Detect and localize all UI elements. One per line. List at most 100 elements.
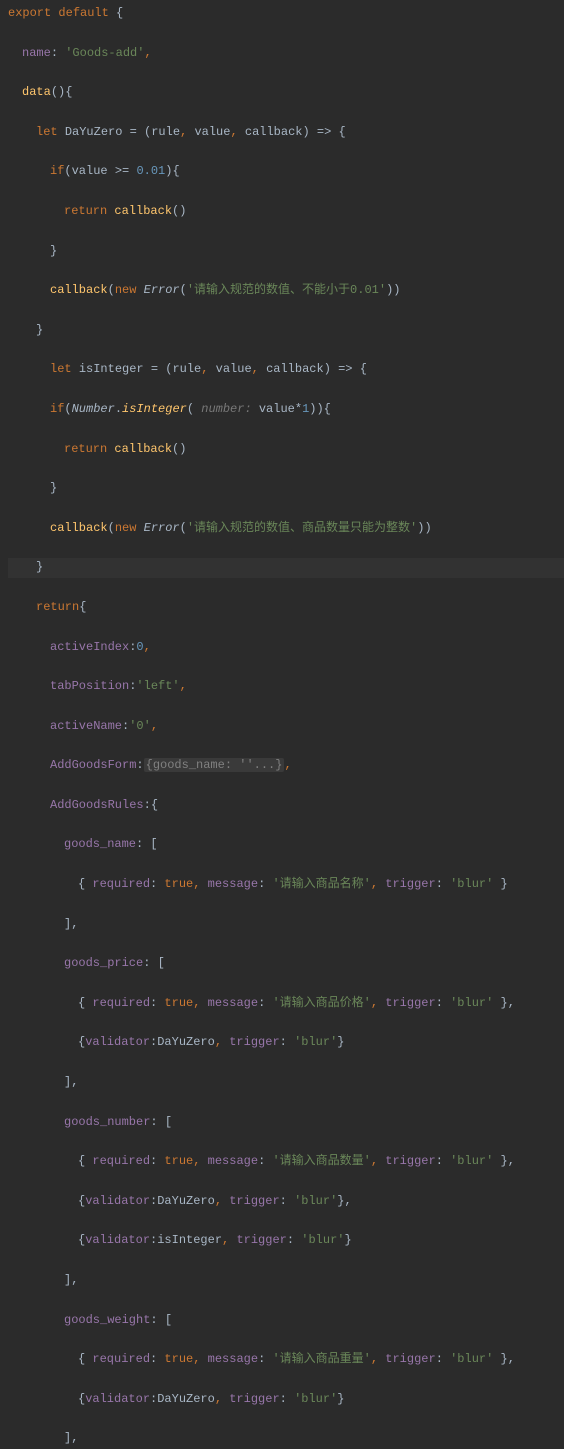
keyword-let: let <box>50 362 72 376</box>
prop-goods-weight: goods_weight <box>64 1313 150 1327</box>
prop-tabposition: tabPosition <box>50 679 129 693</box>
keyword-export: export <box>8 6 51 20</box>
folded-region[interactable]: {goods_name: ''...} <box>144 758 285 772</box>
keyword-default: default <box>58 6 108 20</box>
prop-trigger: trigger <box>236 1233 286 1247</box>
prop-validator: validator <box>85 1392 150 1406</box>
var-isinteger: isInteger <box>79 362 144 376</box>
prop-trigger: trigger <box>385 1352 435 1366</box>
prop-validator: validator <box>85 1035 150 1049</box>
keyword-if: if <box>50 402 64 416</box>
prop-trigger: trigger <box>229 1392 279 1406</box>
class-number: Number <box>72 402 115 416</box>
string-literal: 'blur' <box>294 1392 337 1406</box>
prop-activename: activeName <box>50 719 122 733</box>
var-dayuzero: DaYuZero <box>157 1392 215 1406</box>
keyword-if: if <box>50 164 64 178</box>
close-bracket: ], <box>64 917 78 931</box>
number-literal: 0.01 <box>136 164 165 178</box>
close-brace: } <box>50 244 57 258</box>
param-callback: callback <box>266 362 324 376</box>
bool-true: true <box>164 1352 193 1366</box>
var-value: value <box>259 402 295 416</box>
var-dayuzero: DaYuZero <box>157 1035 215 1049</box>
string-literal: '请输入规范的数值、不能小于0.01' <box>187 283 386 297</box>
string-literal: 'blur' <box>450 1154 493 1168</box>
prop-message: message <box>208 1154 258 1168</box>
var-isinteger: isInteger <box>157 1233 222 1247</box>
param-value: value <box>216 362 252 376</box>
var-dayuzero: DaYuZero <box>157 1194 215 1208</box>
var-value: value <box>72 164 108 178</box>
keyword-return: return <box>64 442 107 456</box>
prop-validator: validator <box>85 1194 150 1208</box>
string-literal: '请输入商品重量' <box>272 1352 370 1366</box>
close-bracket: ], <box>64 1431 78 1445</box>
keyword-return: return <box>36 600 79 614</box>
close-bracket: ], <box>64 1273 78 1287</box>
prop-message: message <box>208 1352 258 1366</box>
prop-required: required <box>92 996 150 1010</box>
string-literal: '请输入商品价格' <box>272 996 370 1010</box>
string-literal: '请输入规范的数值、商品数量只能为整数' <box>187 521 417 535</box>
string-literal: '请输入商品名称' <box>272 877 370 891</box>
string-literal: 'blur' <box>294 1035 337 1049</box>
prop-required: required <box>92 877 150 891</box>
call-callback: callback <box>50 521 108 535</box>
method-isinteger: isInteger <box>122 402 187 416</box>
prop-goods-number: goods_number <box>64 1115 150 1129</box>
method-data: data <box>22 85 51 99</box>
prop-name: name <box>22 46 51 60</box>
prop-validator: validator <box>85 1233 150 1247</box>
prop-trigger: trigger <box>229 1194 279 1208</box>
class-error: Error <box>144 521 180 535</box>
prop-trigger: trigger <box>385 1154 435 1168</box>
number-literal: 0 <box>136 640 143 654</box>
string-literal: 'blur' <box>450 1352 493 1366</box>
string-literal: 'Goods-add' <box>65 46 144 60</box>
param-value: value <box>194 125 230 139</box>
prop-addgoodsrules: AddGoodsRules <box>50 798 144 812</box>
string-literal: 'blur' <box>294 1194 337 1208</box>
call-callback: callback <box>114 204 172 218</box>
close-brace: } <box>50 481 57 495</box>
bool-true: true <box>164 996 193 1010</box>
string-literal: 'blur' <box>450 996 493 1010</box>
prop-trigger: trigger <box>385 996 435 1010</box>
string-literal: 'blur' <box>450 877 493 891</box>
keyword-new: new <box>115 521 137 535</box>
brace: { <box>109 6 123 20</box>
string-literal: '请输入商品数量' <box>272 1154 370 1168</box>
prop-message: message <box>208 877 258 891</box>
close-brace: } <box>36 323 43 337</box>
prop-trigger: trigger <box>385 877 435 891</box>
bool-true: true <box>164 1154 193 1168</box>
param-rule: rule <box>151 125 180 139</box>
param-hint: number: <box>194 402 259 416</box>
code-editor[interactable]: export default { name: 'Goods-add', data… <box>8 4 564 1449</box>
class-error: Error <box>144 283 180 297</box>
prop-trigger: trigger <box>229 1035 279 1049</box>
prop-activeindex: activeIndex <box>50 640 129 654</box>
bool-true: true <box>164 877 193 891</box>
string-literal: 'left' <box>136 679 179 693</box>
keyword-return: return <box>64 204 107 218</box>
param-callback: callback <box>245 125 303 139</box>
call-callback: callback <box>114 442 172 456</box>
close-brace: } <box>36 560 43 574</box>
close-bracket: ], <box>64 1075 78 1089</box>
prop-addgoodsform: AddGoodsForm <box>50 758 136 772</box>
keyword-let: let <box>36 125 58 139</box>
keyword-new: new <box>115 283 137 297</box>
prop-message: message <box>208 996 258 1010</box>
var-dayuzero: DaYuZero <box>65 125 123 139</box>
call-callback: callback <box>50 283 108 297</box>
string-literal: '0' <box>129 719 151 733</box>
param-rule: rule <box>172 362 201 376</box>
prop-goods-price: goods_price <box>64 956 143 970</box>
prop-required: required <box>92 1154 150 1168</box>
prop-goods-name: goods_name <box>64 837 136 851</box>
prop-required: required <box>92 1352 150 1366</box>
paren-brace: (){ <box>51 85 73 99</box>
string-literal: 'blur' <box>301 1233 344 1247</box>
